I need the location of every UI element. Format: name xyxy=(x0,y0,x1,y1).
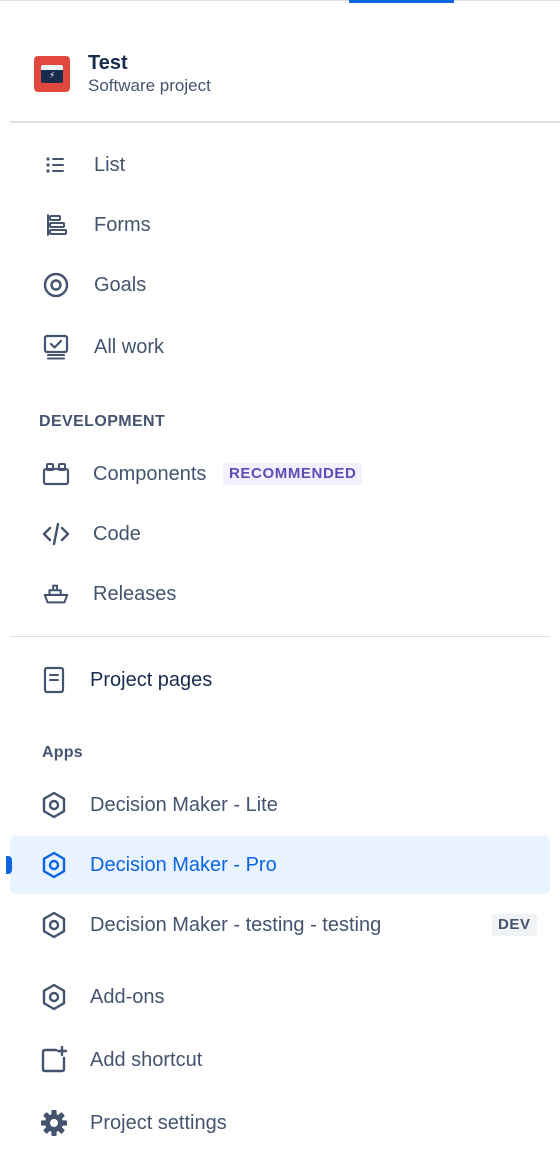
nav-item-label: Decision Maker - Lite xyxy=(90,793,278,816)
nav-item-label: Components xyxy=(93,462,207,485)
add-shortcut-icon xyxy=(40,1046,68,1074)
nav-item-label: All work xyxy=(94,335,165,358)
project-name: Test xyxy=(88,51,128,74)
nav-item-decision-maker-testing[interactable]: Decision Maker - testing - testing DEV xyxy=(10,896,550,954)
nav-item-add-shortcut[interactable]: Add shortcut xyxy=(10,1031,550,1089)
nav-item-label: Add shortcut xyxy=(90,1048,203,1071)
nav-item-label: Project settings xyxy=(90,1111,227,1134)
nav-item-components[interactable]: Components RECOMMENDED xyxy=(10,445,550,503)
forms-icon xyxy=(42,211,70,239)
gear-icon xyxy=(40,1109,68,1137)
nav-item-label: Decision Maker - Pro xyxy=(90,853,277,876)
header-divider xyxy=(10,121,560,123)
section-heading-apps: Apps xyxy=(42,744,83,761)
nav-item-label: Decision Maker - testing - testing xyxy=(90,913,382,936)
app-hexagon-icon xyxy=(40,911,68,939)
top-border xyxy=(0,0,560,1)
nav-item-project-pages[interactable]: Project pages xyxy=(10,651,550,709)
nav-item-add-ons[interactable]: Add-ons xyxy=(10,968,550,1026)
app-hexagon-icon xyxy=(40,791,68,819)
components-icon xyxy=(42,460,70,488)
releases-icon xyxy=(42,580,70,608)
app-hexagon-icon xyxy=(40,851,68,879)
nav-item-label: Add-ons xyxy=(90,985,165,1008)
section-divider xyxy=(10,636,550,637)
nav-item-label: Forms xyxy=(94,213,151,236)
page-icon xyxy=(40,666,68,694)
nav-item-releases[interactable]: Releases xyxy=(10,565,550,623)
list-icon xyxy=(42,151,70,179)
nav-item-label: Releases xyxy=(93,582,177,605)
project-header[interactable]: ⚡ Test Software project xyxy=(34,52,211,96)
nav-item-label: Goals xyxy=(94,273,147,296)
nav-item-label: Project pages xyxy=(90,668,213,691)
recommended-badge: RECOMMENDED xyxy=(223,463,363,485)
selected-indicator xyxy=(6,856,12,874)
app-hexagon-icon xyxy=(40,983,68,1011)
nav-item-label: List xyxy=(94,153,126,176)
dev-badge: DEV xyxy=(492,914,537,936)
nav-item-project-settings[interactable]: Project settings xyxy=(10,1094,550,1152)
nav-item-forms[interactable]: Forms xyxy=(10,196,550,254)
code-icon xyxy=(42,520,70,548)
goals-icon xyxy=(42,271,70,299)
section-heading-development: DEVELOPMENT xyxy=(39,413,166,430)
project-avatar: ⚡ xyxy=(34,56,70,92)
project-type: Software project xyxy=(88,75,211,95)
nav-item-decision-maker-lite[interactable]: Decision Maker - Lite xyxy=(10,776,550,834)
nav-item-decision-maker-pro[interactable]: Decision Maker - Pro xyxy=(6,836,550,894)
nav-item-list[interactable]: List xyxy=(10,136,550,194)
all-work-icon xyxy=(42,333,70,361)
nav-item-code[interactable]: Code xyxy=(10,505,550,563)
nav-item-label: Code xyxy=(93,522,141,545)
nav-item-goals[interactable]: Goals xyxy=(10,256,550,314)
active-tab-indicator xyxy=(349,0,454,3)
avatar-bolt-icon: ⚡ xyxy=(49,70,56,80)
nav-item-all-work[interactable]: All work xyxy=(10,318,550,376)
project-text: Test Software project xyxy=(88,52,211,97)
